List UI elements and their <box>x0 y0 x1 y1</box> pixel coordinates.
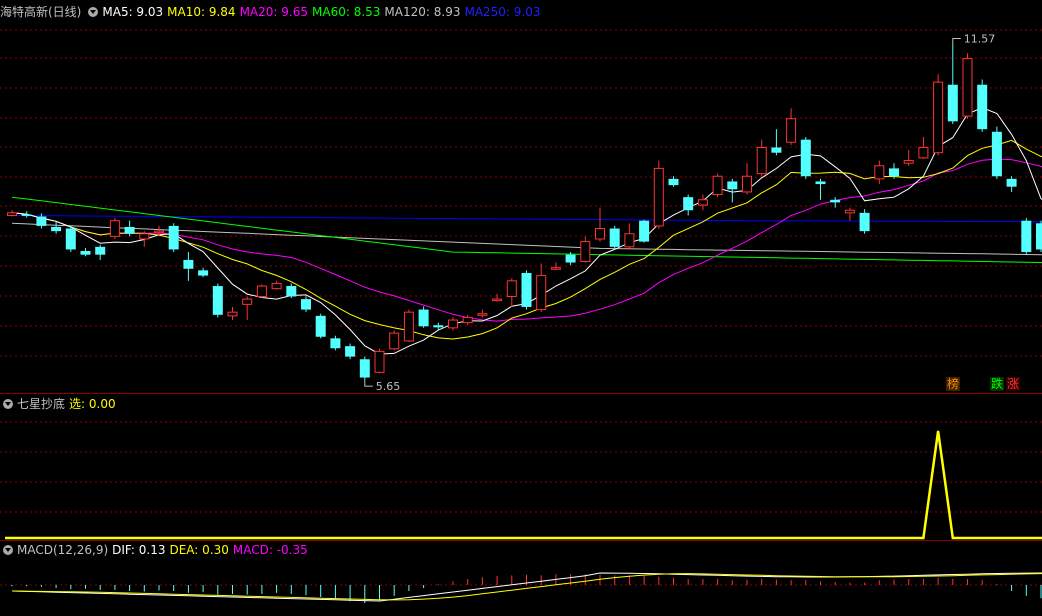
candle-body <box>859 212 870 232</box>
candle-body <box>389 332 400 350</box>
rank-badge[interactable]: 榜 <box>946 377 961 391</box>
ma120-line <box>11 222 1042 256</box>
candle-body <box>359 359 370 378</box>
candle-body <box>668 178 679 186</box>
candle-body <box>624 233 635 248</box>
candle-body <box>477 313 488 316</box>
candle-body <box>1006 178 1017 187</box>
ma5-line <box>11 107 1042 355</box>
candle-body <box>330 338 341 349</box>
candle-body <box>962 58 973 117</box>
candle-body <box>521 272 532 307</box>
candle-body <box>345 346 356 357</box>
candle-body <box>227 311 238 317</box>
candle-body <box>36 216 47 226</box>
candle-body <box>786 118 797 143</box>
candle-body <box>374 350 385 373</box>
candle-body <box>727 181 738 190</box>
candle-body <box>256 285 267 297</box>
candle-body <box>403 311 414 342</box>
signal-line <box>5 430 1042 540</box>
candle-body <box>462 316 473 324</box>
candle-body <box>639 220 650 242</box>
candle-body <box>492 298 503 302</box>
candle-body <box>653 167 664 227</box>
rise-badge[interactable]: 涨 <box>1006 377 1021 391</box>
candle-body <box>7 212 17 216</box>
candle-body <box>771 147 782 153</box>
candle-body <box>95 246 106 255</box>
candle-body <box>139 233 150 240</box>
candle-body <box>448 319 458 329</box>
candle-body <box>301 299 311 310</box>
candle-body <box>742 175 752 193</box>
candle-body <box>903 160 914 164</box>
candle-body <box>712 175 723 196</box>
candle-body <box>800 139 811 177</box>
candle-body <box>991 131 1002 177</box>
candle-body <box>1036 223 1042 250</box>
candle-body <box>609 228 620 247</box>
candle-body <box>844 209 855 214</box>
candle-body <box>1021 220 1032 253</box>
candle-body <box>550 267 561 270</box>
candle-body <box>830 199 841 203</box>
candle-body <box>80 251 91 255</box>
candle-body <box>109 220 120 237</box>
kline-chart[interactable]: 11.57 5.65 <box>0 0 1042 616</box>
candle-body <box>815 181 826 185</box>
candle-body <box>242 298 253 305</box>
candle-body <box>947 84 958 122</box>
candle-body <box>697 199 708 206</box>
candle-body <box>506 280 517 298</box>
candle-body <box>683 197 694 211</box>
candle-body <box>918 146 929 159</box>
candle-body <box>198 270 209 276</box>
candle-body <box>874 165 885 180</box>
candle-body <box>565 254 576 263</box>
low-price-label: 5.65 <box>376 380 401 393</box>
candle-body <box>183 259 194 269</box>
candle-body <box>154 230 164 234</box>
high-price-label: 11.57 <box>964 32 996 45</box>
candle-body <box>124 226 135 234</box>
candle-body <box>536 275 547 311</box>
low-marker <box>364 380 373 387</box>
fall-badge[interactable]: 跌 <box>990 377 1005 391</box>
candle-body <box>51 226 62 232</box>
candle-body <box>286 286 297 297</box>
high-marker <box>952 37 961 45</box>
candle-body <box>933 81 944 154</box>
candle-body <box>433 325 444 328</box>
candle-body <box>21 214 32 216</box>
candle-body <box>977 84 988 130</box>
candle-body <box>315 315 326 337</box>
candle-body <box>271 282 282 290</box>
candle-body <box>595 228 605 240</box>
candle-body <box>580 241 591 262</box>
candle-body <box>418 309 429 327</box>
candle-body <box>889 168 899 177</box>
candle-body <box>756 146 767 175</box>
candle-body <box>65 228 76 250</box>
candle-body <box>212 286 223 315</box>
candle-body <box>168 225 179 250</box>
